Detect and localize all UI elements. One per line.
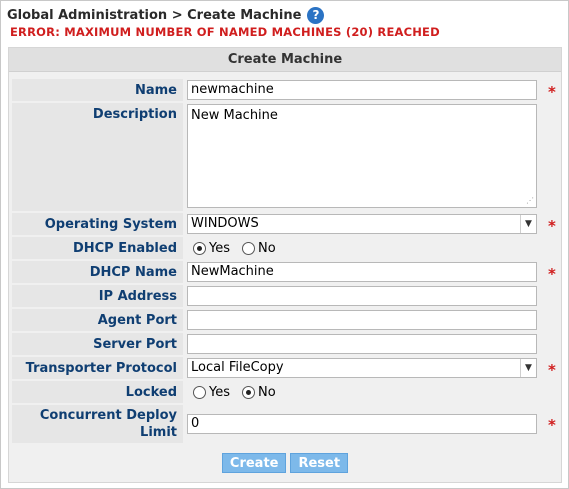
form-buttons: Create Reset bbox=[9, 453, 561, 473]
dhcp-enabled-row: DHCP Enabled Yes No bbox=[12, 237, 558, 259]
agent-port-input[interactable] bbox=[187, 310, 537, 330]
required-icon: * bbox=[548, 416, 556, 434]
description-text: New Machine bbox=[191, 108, 278, 123]
name-row: Name newmachine * bbox=[12, 79, 558, 101]
help-icon[interactable]: ? bbox=[307, 6, 325, 24]
dhcp-name-row: DHCP Name NewMachine * bbox=[12, 261, 558, 283]
radio-selected-icon[interactable] bbox=[193, 241, 206, 255]
required-icon: * bbox=[548, 265, 556, 283]
error-message: ERROR: MAXIMUM NUMBER OF NAMED MACHINES … bbox=[10, 25, 440, 39]
create-machine-panel: Create Machine Name newmachine * Descrip… bbox=[8, 47, 562, 483]
server-port-label: Server Port bbox=[12, 333, 183, 355]
required-icon: * bbox=[548, 217, 556, 235]
create-button[interactable]: Create bbox=[221, 453, 287, 473]
dhcp-no-radio[interactable]: No bbox=[242, 241, 276, 256]
locked-yes-label: Yes bbox=[209, 384, 230, 400]
name-input[interactable]: newmachine bbox=[187, 80, 537, 100]
description-textarea[interactable]: New Machine ⋰ bbox=[187, 104, 537, 208]
transporter-row: Transporter Protocol Local FileCopy ▼ * bbox=[12, 357, 558, 379]
transporter-label: Transporter Protocol bbox=[12, 357, 183, 379]
dropdown-arrow-icon[interactable]: ▼ bbox=[520, 359, 536, 377]
deploy-limit-label-line1: Concurrent Deploy bbox=[39, 408, 177, 423]
os-row: Operating System WINDOWS ▼ * bbox=[12, 213, 558, 235]
locked-no-radio[interactable]: No bbox=[242, 385, 276, 400]
deploy-limit-label: Concurrent Deploy Limit bbox=[12, 405, 183, 443]
os-select[interactable]: WINDOWS ▼ bbox=[187, 214, 537, 234]
deploy-limit-row: Concurrent Deploy Limit 0 * bbox=[12, 405, 558, 443]
transporter-select[interactable]: Local FileCopy ▼ bbox=[187, 358, 537, 378]
description-label: Description bbox=[12, 103, 183, 211]
name-label: Name bbox=[12, 79, 183, 101]
locked-label: Locked bbox=[12, 381, 183, 403]
os-selected-value: WINDOWS bbox=[191, 216, 259, 231]
agent-port-row: Agent Port bbox=[12, 309, 558, 331]
os-label: Operating System bbox=[12, 213, 183, 235]
transporter-selected-value: Local FileCopy bbox=[191, 360, 284, 375]
required-icon: * bbox=[548, 361, 556, 379]
description-row: Description New Machine ⋰ bbox=[12, 103, 558, 211]
server-port-input[interactable] bbox=[187, 334, 537, 354]
breadcrumb: Global Administration > Create Machine ? bbox=[7, 6, 325, 24]
server-port-row: Server Port bbox=[12, 333, 558, 355]
ip-label: IP Address bbox=[12, 285, 183, 307]
dhcp-enabled-label: DHCP Enabled bbox=[12, 237, 183, 259]
panel-title: Create Machine bbox=[9, 48, 561, 72]
dhcp-no-label: No bbox=[258, 240, 276, 256]
radio-selected-icon[interactable] bbox=[242, 385, 255, 399]
breadcrumb-text: Global Administration > Create Machine bbox=[7, 7, 302, 23]
radio-unselected-icon[interactable] bbox=[193, 385, 206, 399]
locked-yes-radio[interactable]: Yes bbox=[193, 385, 230, 400]
radio-unselected-icon[interactable] bbox=[242, 241, 255, 255]
required-icon: * bbox=[548, 83, 556, 101]
agent-port-label: Agent Port bbox=[12, 309, 183, 331]
dhcp-name-label: DHCP Name bbox=[12, 261, 183, 283]
dropdown-arrow-icon[interactable]: ▼ bbox=[520, 215, 536, 233]
dhcp-yes-radio[interactable]: Yes bbox=[193, 241, 230, 256]
dhcp-name-input[interactable]: NewMachine bbox=[187, 262, 537, 282]
resize-grip-icon[interactable]: ⋰ bbox=[525, 196, 534, 205]
reset-button[interactable]: Reset bbox=[290, 453, 349, 473]
locked-row: Locked Yes No bbox=[12, 381, 558, 403]
ip-input[interactable] bbox=[187, 286, 537, 306]
dhcp-yes-label: Yes bbox=[209, 240, 230, 256]
locked-no-label: No bbox=[258, 384, 276, 400]
deploy-limit-label-line2: Limit bbox=[140, 425, 177, 440]
deploy-limit-input[interactable]: 0 bbox=[187, 414, 537, 434]
ip-row: IP Address bbox=[12, 285, 558, 307]
page-frame: Global Administration > Create Machine ?… bbox=[0, 0, 569, 489]
